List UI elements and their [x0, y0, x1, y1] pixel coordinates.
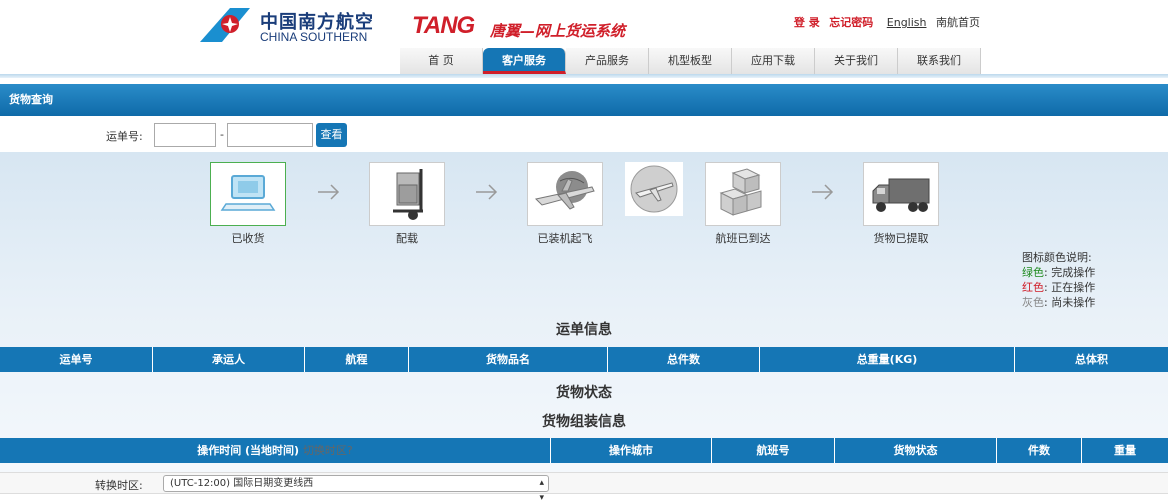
awb-dash: - [220, 128, 224, 141]
assembly-info-title: 货物组装信息 [542, 414, 626, 430]
legend-row-grey: 灰色: 尚未操作 [1022, 296, 1096, 309]
legend-green-text: 完成操作 [1051, 266, 1096, 279]
col-awb: 运单号 [0, 347, 153, 372]
col-total-pieces: 总件数 [608, 347, 760, 372]
nav-item-products[interactable]: 产品服务 [566, 48, 649, 74]
tang-logo: TANG 唐翼—网上货运系统 [412, 6, 652, 42]
tang-wordmark: TANG [412, 12, 475, 39]
legend-green-label: 绿色 [1022, 266, 1044, 279]
col-carrier: 承运人 [153, 347, 305, 372]
waybill-info-title: 运单信息 [556, 322, 612, 338]
stage-stowage: 配载 [368, 162, 446, 246]
stage-in-flight [625, 162, 683, 216]
legend-red-label: 红色 [1022, 281, 1044, 294]
tracking-panel: 已收货 配载 已装机起飞 航班已到达 货物已提取 图标颜色说明: 绿色: 完成操… [0, 152, 1168, 472]
airplane-in-flight-icon [630, 165, 678, 213]
kapok-flower-icon [200, 8, 250, 42]
switch-timezone-link[interactable]: 切换时区? [303, 444, 353, 457]
nav-item-downloads[interactable]: 应用下载 [732, 48, 815, 74]
stage-label: 已装机起飞 [537, 232, 593, 245]
col-total-volume: 总体积 [1075, 353, 1108, 366]
main-nav: 首 页 客户服务 产品服务 机型板型 应用下载 关于我们 联系我们 [400, 48, 981, 74]
stage-label: 配载 [396, 232, 418, 245]
timezone-select[interactable]: (UTC-12:00) 国际日期变更线西 ▴ ▾ [163, 475, 549, 500]
nav-item-aircraft[interactable]: 机型板型 [649, 48, 732, 74]
airplane-globe-icon [534, 171, 595, 210]
timezone-row: 转换时区: (UTC-12:00) 国际日期变更线西 ▴ ▾ [0, 472, 1168, 500]
nav-item-home[interactable]: 首 页 [400, 48, 483, 74]
tang-tagline: 唐翼—网上货运系统 [490, 22, 626, 40]
stage-box [863, 162, 939, 226]
col-route: 航程 [305, 347, 409, 372]
stage-box [527, 162, 603, 226]
legend-grey-label: 灰色 [1022, 296, 1044, 309]
cargo-status-title: 货物状态 [556, 385, 612, 401]
assembly-table-header: 操作时间 (当地时间) 切换时区? 操作城市 航班号 货物状态 件数 重量 [0, 438, 1168, 463]
col-operation-city: 操作城市 [551, 438, 712, 463]
english-link[interactable]: English [887, 16, 927, 29]
awb-label: 运单号: [106, 130, 143, 143]
hand-truck-icon [393, 169, 423, 220]
awb-number-input[interactable] [227, 123, 313, 147]
stage-received: 已收货 [209, 162, 287, 246]
forgot-password-link[interactable]: 忘记密码 [829, 16, 873, 29]
timezone-selected-value: (UTC-12:00) 国际日期变更线西 [170, 478, 314, 489]
stage-arrived: 航班已到达 [704, 162, 782, 246]
nav-item-contact[interactable]: 联系我们 [898, 48, 981, 74]
page-header: 中国南方航空 CHINA SOUTHERN TANG 唐翼—网上货运系统 登 录… [0, 0, 1168, 76]
legend-grey-text: 尚未操作 [1051, 296, 1096, 309]
col-pieces: 件数 [997, 438, 1082, 463]
csair-home-link[interactable]: 南航首页 [936, 16, 980, 29]
legend-title: 图标颜色说明: [1022, 251, 1092, 264]
section-title-bar: 货物查询 [0, 84, 1168, 116]
timezone-label: 转换时区: [95, 479, 143, 492]
stage-box [369, 162, 445, 226]
arrow-right-icon [476, 184, 498, 200]
brand-name-en: CHINA SOUTHERN [260, 30, 368, 44]
col-operation-time: 操作时间 (当地时间) 切换时区? [0, 438, 551, 463]
arrow-right-icon [812, 184, 834, 200]
col-goods-name: 货物品名 [409, 347, 608, 372]
stage-box [705, 162, 781, 226]
stage-box [625, 162, 683, 216]
china-southern-logo[interactable]: 中国南方航空 CHINA SOUTHERN [200, 8, 380, 44]
header-divider [0, 74, 1168, 78]
waybill-table-header: 运单号 承运人 航程 货物品名 总件数 总重量(KG) 总体积 [0, 347, 1168, 372]
stage-picked-up: 货物已提取 [862, 162, 940, 246]
stage-label: 航班已到达 [715, 232, 771, 245]
stage-box [210, 162, 286, 226]
login-link[interactable]: 登 录 [794, 16, 820, 29]
stage-label: 货物已提取 [873, 232, 929, 245]
select-caret-icon: ▴ ▾ [539, 478, 544, 500]
legend-row-red: 红色: 正在操作 [1022, 281, 1096, 294]
col-weight: 重量 [1114, 444, 1136, 457]
boxes-icon [719, 168, 762, 216]
operation-time-label: 操作时间 (当地时间) [197, 444, 300, 457]
arrow-right-icon [318, 184, 340, 200]
legend-red-text: 正在操作 [1051, 281, 1096, 294]
stage-departed: 已装机起飞 [526, 162, 604, 246]
laptop-icon [220, 175, 276, 211]
query-form: 运单号: - 查看 [0, 116, 1168, 152]
icon-color-legend: 图标颜色说明: 绿色: 完成操作 红色: 正在操作 灰色: 尚未操作 [1022, 250, 1095, 310]
col-flight-no: 航班号 [712, 438, 835, 463]
stage-label: 已收货 [231, 232, 265, 245]
truck-icon [872, 178, 930, 212]
nav-item-about[interactable]: 关于我们 [815, 48, 898, 74]
col-cargo-status: 货物状态 [835, 438, 997, 463]
legend-row-green: 绿色: 完成操作 [1022, 266, 1096, 279]
col-total-weight: 总重量(KG) [760, 347, 1015, 372]
view-button[interactable]: 查看 [316, 123, 347, 147]
top-links: 登 录 忘记密码 English 南航首页 [788, 14, 980, 30]
awb-prefix-input[interactable] [154, 123, 216, 147]
nav-item-customer-service[interactable]: 客户服务 [483, 48, 566, 74]
